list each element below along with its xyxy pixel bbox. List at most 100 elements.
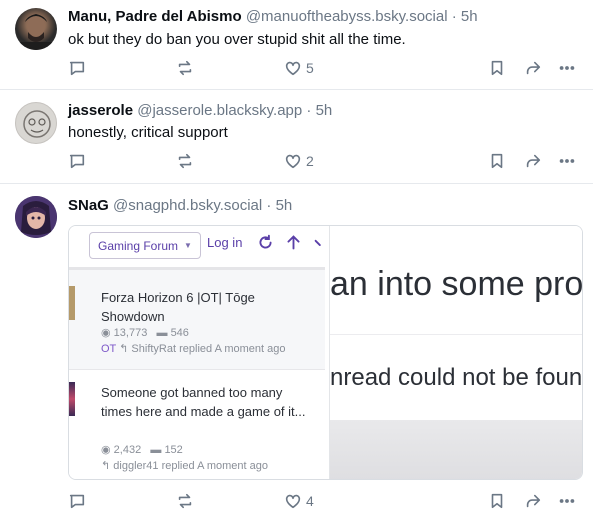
more-icon (559, 159, 575, 163)
arrow-up-icon (285, 234, 302, 256)
more-button[interactable] (558, 58, 576, 78)
thread-thumbnail (69, 286, 75, 320)
reply-arrow-icon: ↰ (101, 460, 111, 472)
thread-views: 13,773 (113, 327, 148, 339)
reply-button[interactable] (68, 151, 86, 171)
post-time[interactable]: · 5h (452, 8, 478, 25)
like-icon (285, 494, 301, 509)
post-time[interactable]: · 5h (306, 102, 332, 119)
thread-stats: ◉ 13,773 ▬ 546 (101, 326, 189, 339)
reply-icon (69, 154, 85, 169)
reply-icon (69, 61, 85, 76)
login-link: Log in (207, 235, 243, 250)
repost-button[interactable] (176, 151, 194, 171)
caret-down-icon: ▼ (184, 241, 192, 250)
post-header: SNaG @snagphd.bsky.social · 5h (68, 197, 292, 215)
repost-button[interactable] (176, 491, 194, 511)
like-button[interactable]: 4 (284, 491, 314, 511)
like-count: 5 (306, 60, 314, 76)
bookmark-icon (491, 493, 503, 509)
thread-replies: 546 (170, 327, 189, 339)
author-name[interactable]: jasserole (68, 102, 133, 119)
more-icon (559, 499, 575, 503)
share-icon (526, 494, 541, 508)
avatar[interactable] (15, 8, 57, 50)
reply-icon (69, 494, 85, 509)
post-2[interactable]: jasserole @jasserole.blacksky.app · 5h h… (0, 90, 593, 184)
avatar[interactable] (15, 102, 57, 144)
more-button[interactable] (558, 151, 576, 171)
share-button[interactable] (524, 151, 542, 171)
bookmark-button[interactable] (488, 58, 506, 78)
error-panel-footer (330, 420, 582, 479)
share-icon (526, 154, 541, 168)
thread-views: 2,432 (113, 444, 142, 456)
avatar-image (19, 14, 53, 50)
like-count: 2 (306, 153, 314, 169)
reply-button[interactable] (68, 58, 86, 78)
post-header: jasserole @jasserole.blacksky.app · 5h (68, 102, 332, 120)
chevron-down-icon (313, 234, 325, 256)
post-actions: 4 (68, 491, 588, 511)
author-name[interactable]: Manu, Padre del Abismo (68, 8, 242, 25)
more-icon (559, 66, 575, 70)
thread-thumbnail (69, 382, 75, 416)
error-heading: an into some pro (330, 265, 583, 303)
like-button[interactable]: 2 (284, 151, 314, 171)
forum-dropdown: Gaming Forum ▼ (89, 232, 201, 259)
thread-title: Forza Horizon 6 |OT| Tōge Showdown (101, 290, 255, 324)
post-1[interactable]: Manu, Padre del Abismo @manuoftheabyss.b… (0, 0, 593, 90)
repost-button[interactable] (176, 58, 194, 78)
thread-replies: 152 (164, 444, 183, 456)
error-message: nread could not be foun (330, 364, 583, 391)
forum-screenshot-right: an into some pro nread could not be foun (329, 226, 583, 479)
bookmark-icon (491, 60, 503, 76)
post-text: ok but they do ban you over stupid shit … (68, 31, 406, 48)
repost-icon (178, 493, 192, 509)
post-actions: 5 (68, 58, 588, 78)
like-icon (285, 154, 301, 169)
eye-icon: ◉ (101, 327, 111, 339)
thread-item: Forza Horizon 6 |OT| Tōge Showdown ◉ 13,… (69, 270, 325, 370)
share-button[interactable] (524, 491, 542, 511)
thread-title: Someone got banned too many times here a… (101, 385, 306, 419)
repost-icon (178, 153, 192, 169)
avatar[interactable] (15, 196, 57, 238)
like-icon (285, 61, 301, 76)
embedded-image[interactable]: Gaming Forum ▼ Log in Forza Horizon 6 |O… (68, 225, 583, 480)
author-handle[interactable]: @jasserole.blacksky.app (137, 102, 302, 119)
author-handle[interactable]: @snagphd.bsky.social (113, 197, 262, 214)
comment-icon: ▬ (156, 327, 168, 339)
forum-screenshot-left: Gaming Forum ▼ Log in Forza Horizon 6 |O… (69, 226, 325, 479)
post-header: Manu, Padre del Abismo @manuoftheabyss.b… (68, 8, 478, 26)
refresh-icon (257, 234, 274, 256)
bookmark-button[interactable] (488, 491, 506, 511)
eye-icon: ◉ (101, 444, 111, 456)
thread-tag: OT (101, 343, 117, 355)
post-actions: 2 (68, 151, 588, 171)
thread-reply-line: ShiftyRat replied A moment ago (131, 343, 286, 355)
share-button[interactable] (524, 58, 542, 78)
reply-button[interactable] (68, 491, 86, 511)
thread-item: Someone got banned too many times here a… (69, 370, 325, 479)
more-button[interactable] (558, 491, 576, 511)
like-count: 4 (306, 493, 314, 509)
thread-stats: ◉ 2,432 ▬ 152 (101, 443, 183, 456)
forum-dropdown-label: Gaming Forum (98, 238, 179, 253)
avatar-image (15, 196, 57, 238)
post-text: honestly, critical support (68, 124, 228, 141)
post-time[interactable]: · 5h (266, 197, 292, 214)
reply-arrow-icon: ↰ (119, 343, 129, 355)
like-button[interactable]: 5 (284, 58, 314, 78)
avatar-image (23, 110, 51, 138)
thread-last-reply: OT ↰ ShiftyRat replied A moment ago (101, 342, 286, 355)
bookmark-icon (491, 153, 503, 169)
comment-icon: ▬ (150, 444, 162, 456)
share-icon (526, 61, 541, 75)
repost-icon (178, 60, 192, 76)
thread-last-reply: ↰ diggler41 replied A moment ago (101, 459, 268, 472)
author-name[interactable]: SNaG (68, 197, 109, 214)
thread-reply-line: diggler41 replied A moment ago (113, 460, 268, 472)
author-handle[interactable]: @manuoftheabyss.bsky.social (246, 8, 448, 25)
bookmark-button[interactable] (488, 151, 506, 171)
